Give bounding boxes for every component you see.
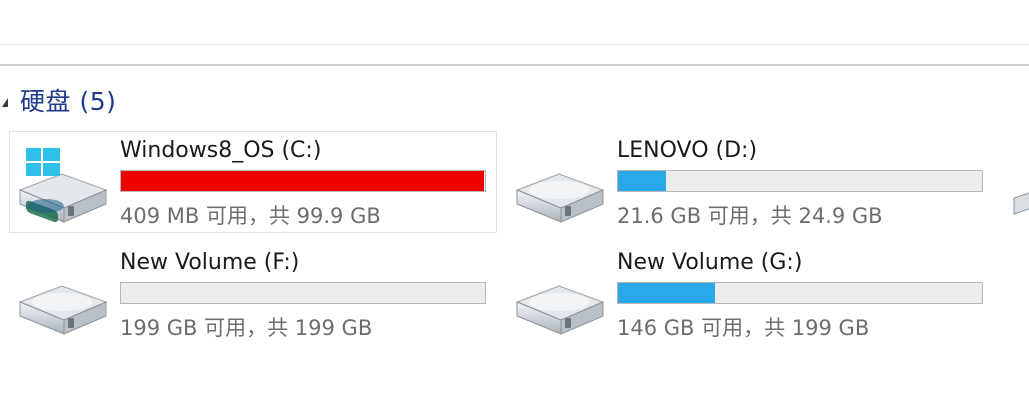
- divider: [0, 64, 1029, 66]
- drive-item-g[interactable]: New Volume (G:) 146 GB 可用，共 199 GB: [507, 244, 993, 344]
- collapse-arrow-icon[interactable]: [2, 97, 8, 107]
- usage-bar: [617, 170, 983, 192]
- usage-bar: [617, 282, 983, 304]
- usage-bar-fill: [121, 171, 484, 191]
- group-header-hard-drives[interactable]: 硬盘 (5): [0, 82, 116, 118]
- drive-item-d[interactable]: LENOVO (D:) 21.6 GB 可用，共 24.9 GB: [507, 132, 993, 232]
- drive-space-text: 146 GB 可用，共 199 GB: [617, 316, 870, 340]
- group-title: 硬盘 (5): [20, 87, 117, 116]
- usage-bar: [120, 170, 486, 192]
- drive-space-text: 199 GB 可用，共 199 GB: [120, 316, 373, 340]
- divider: [0, 44, 1029, 45]
- usage-bar-fill: [618, 283, 715, 303]
- windows-drive-icon: [18, 148, 108, 223]
- drive-name: Windows8_OS (C:): [120, 138, 322, 163]
- usage-bar-fill: [618, 171, 667, 191]
- toolbar-area: [0, 0, 1029, 66]
- hard-drive-icon: [515, 285, 605, 335]
- usage-bar: [120, 282, 486, 304]
- drive-name: LENOVO (D:): [617, 138, 758, 163]
- drive-name: New Volume (G:): [617, 250, 803, 275]
- hard-drive-icon[interactable]: [1012, 188, 1029, 218]
- hard-drive-icon: [18, 285, 108, 335]
- drive-item-c[interactable]: Windows8_OS (C:) 409 MB 可用，共 99.9 GB: [9, 131, 497, 233]
- drive-item-f[interactable]: New Volume (F:) 199 GB 可用，共 199 GB: [10, 244, 496, 344]
- drive-space-text: 409 MB 可用，共 99.9 GB: [120, 204, 381, 228]
- drive-name: New Volume (F:): [120, 250, 300, 275]
- drive-space-text: 21.6 GB 可用，共 24.9 GB: [617, 204, 883, 228]
- hard-drive-icon: [515, 173, 605, 223]
